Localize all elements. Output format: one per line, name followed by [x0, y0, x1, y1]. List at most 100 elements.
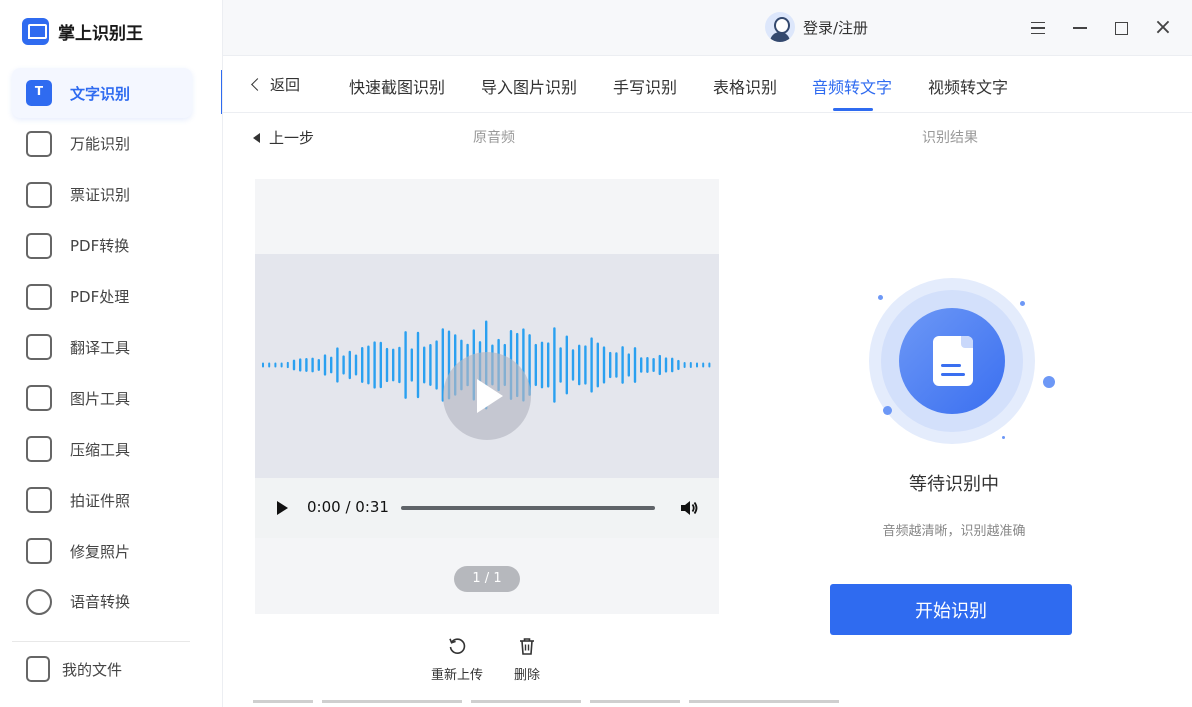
avatar: [765, 12, 795, 42]
tab-import-image[interactable]: 导入图片识别: [481, 74, 577, 98]
tab-bar: 返回 快速截图识别 导入图片识别 手写识别 表格识别 音频转文字 视频转文字: [223, 56, 1192, 113]
pdf-convert-icon: [26, 232, 52, 259]
my-files-label: 我的文件: [62, 660, 123, 679]
cut-off-text: [590, 700, 681, 703]
cut-off-text: [471, 700, 582, 703]
login-register-button[interactable]: 登录/注册: [765, 12, 868, 42]
tab-quick-screenshot[interactable]: 快速截图识别: [349, 74, 445, 98]
caret-left-icon: [253, 132, 260, 143]
sidebar-item-label: PDF转换: [70, 237, 130, 256]
delete-button[interactable]: 删除: [514, 636, 540, 683]
active-tab-indicator: [833, 108, 873, 111]
cut-off-text: [253, 700, 313, 703]
sidebar-item-repair-photo[interactable]: 修复照片: [12, 526, 192, 576]
tab-table[interactable]: 表格识别: [713, 74, 777, 98]
sidebar-item-label: 票证识别: [70, 186, 131, 205]
text-recognition-icon: [26, 80, 52, 106]
app-window: 掌上识别王 文字识别 万能识别 票证识别 PDF转换 PDF处理: [0, 0, 1192, 707]
start-recognition-button[interactable]: 开始识别: [830, 584, 1072, 635]
sidebar-item-voice-convert[interactable]: 语音转换: [12, 577, 192, 627]
waiting-illustration: [869, 278, 1035, 444]
sidebar-nav: 文字识别 万能识别 票证识别 PDF转换 PDF处理 翻译工具: [12, 68, 192, 628]
compress-icon: [26, 436, 52, 463]
cut-off-text: [322, 700, 463, 703]
menu-button[interactable]: [1026, 16, 1050, 40]
illustration-core: [899, 308, 1005, 414]
document-line: [941, 364, 961, 367]
cut-off-text-row: [253, 700, 873, 707]
volume-icon[interactable]: [679, 498, 699, 518]
login-register-label: 登录/注册: [803, 18, 869, 37]
close-button[interactable]: ×: [1151, 16, 1175, 40]
sidebar-item-label: 拍证件照: [70, 491, 131, 510]
translate-icon: [26, 334, 52, 361]
player-time: 0:00 / 0:31: [307, 498, 389, 516]
prev-step-button[interactable]: 上一步: [253, 127, 314, 148]
sidebar-item-ticket[interactable]: 票证识别: [12, 170, 192, 220]
universal-scan-icon: [26, 130, 52, 157]
pdf-process-icon: [26, 283, 52, 310]
back-button[interactable]: 返回: [251, 74, 301, 95]
tab-video-to-text[interactable]: 视频转文字: [928, 74, 1008, 98]
sidebar-item-pdf-convert[interactable]: PDF转换: [12, 221, 192, 271]
page-indicator: 1 / 1: [454, 566, 520, 592]
sidebar-item-image-tools[interactable]: 图片工具: [12, 373, 192, 423]
original-audio-label: 原音频: [473, 130, 515, 146]
sidebar-item-label: 语音转换: [70, 593, 131, 612]
document-line: [941, 373, 965, 376]
minimize-button[interactable]: [1068, 16, 1092, 40]
back-label: 返回: [270, 76, 301, 94]
document-icon: [933, 336, 973, 386]
decor-dot: [1002, 436, 1005, 439]
sidebar-item-id-photo[interactable]: 拍证件照: [12, 475, 192, 525]
sidebar-divider: [12, 641, 190, 642]
ticket-icon: [26, 181, 52, 208]
result-label: 识别结果: [922, 130, 978, 146]
brand: 掌上识别王: [22, 16, 143, 46]
audio-actions: 重新上传 删除: [223, 636, 733, 696]
app-logo-icon: [22, 17, 49, 45]
cut-off-text: [689, 700, 840, 703]
decor-dot: [1043, 376, 1055, 388]
image-tools-icon: [26, 385, 52, 412]
maximize-button[interactable]: [1109, 16, 1133, 40]
sidebar-item-text-recognition[interactable]: 文字识别: [12, 68, 192, 118]
my-files-button[interactable]: 我的文件: [26, 656, 122, 682]
sidebar-item-translate[interactable]: 翻译工具: [12, 322, 192, 372]
tab-audio-to-text[interactable]: 音频转文字: [812, 74, 892, 98]
sidebar-item-pdf-process[interactable]: PDF处理: [12, 272, 192, 322]
trash-icon: [520, 638, 534, 655]
main-panel: 登录/注册 × 返回 快速截图识别 导入图片识别 手写识别 表格识别 音频转文字…: [222, 0, 1192, 707]
delete-label: 删除: [514, 668, 541, 683]
id-photo-icon: [26, 487, 52, 514]
decor-dot: [1020, 301, 1025, 306]
maximize-icon: [1114, 21, 1128, 35]
decor-dot: [878, 295, 883, 300]
sidebar: 掌上识别王 文字识别 万能识别 票证识别 PDF转换 PDF处理: [0, 0, 222, 707]
title-bar: 登录/注册 ×: [223, 0, 1192, 56]
seek-bar[interactable]: [401, 506, 655, 510]
waiting-status: 等待识别中: [909, 474, 999, 495]
audio-preview-panel: 0:00 / 0:31 1 / 1: [255, 179, 719, 614]
sub-header: 上一步 原音频 识别结果: [223, 113, 1192, 157]
app-name: 掌上识别王: [58, 23, 143, 44]
tab-handwriting[interactable]: 手写识别: [613, 74, 677, 98]
play-icon[interactable]: [277, 501, 288, 515]
sidebar-item-label: 图片工具: [70, 389, 131, 408]
sidebar-item-universal[interactable]: 万能识别: [12, 119, 192, 169]
file-icon: [26, 656, 50, 682]
sidebar-item-compress[interactable]: 压缩工具: [12, 424, 192, 474]
waveform-area: [255, 254, 719, 478]
sidebar-item-label: PDF处理: [70, 288, 130, 307]
sidebar-item-label: 修复照片: [70, 542, 131, 561]
clarity-hint: 音频越清晰，识别越准确: [882, 524, 1026, 539]
chevron-left-icon: [251, 78, 264, 91]
repair-photo-icon: [26, 538, 52, 565]
play-overlay-button[interactable]: [443, 352, 531, 440]
menu-icon: [1031, 22, 1045, 34]
minimize-icon: [1073, 27, 1087, 29]
decor-dot: [883, 406, 892, 415]
reupload-button[interactable]: 重新上传: [431, 636, 483, 683]
result-panel: 等待识别中 音频越清晰，识别越准确 开始识别: [829, 278, 1079, 638]
prev-step-label: 上一步: [269, 129, 315, 147]
